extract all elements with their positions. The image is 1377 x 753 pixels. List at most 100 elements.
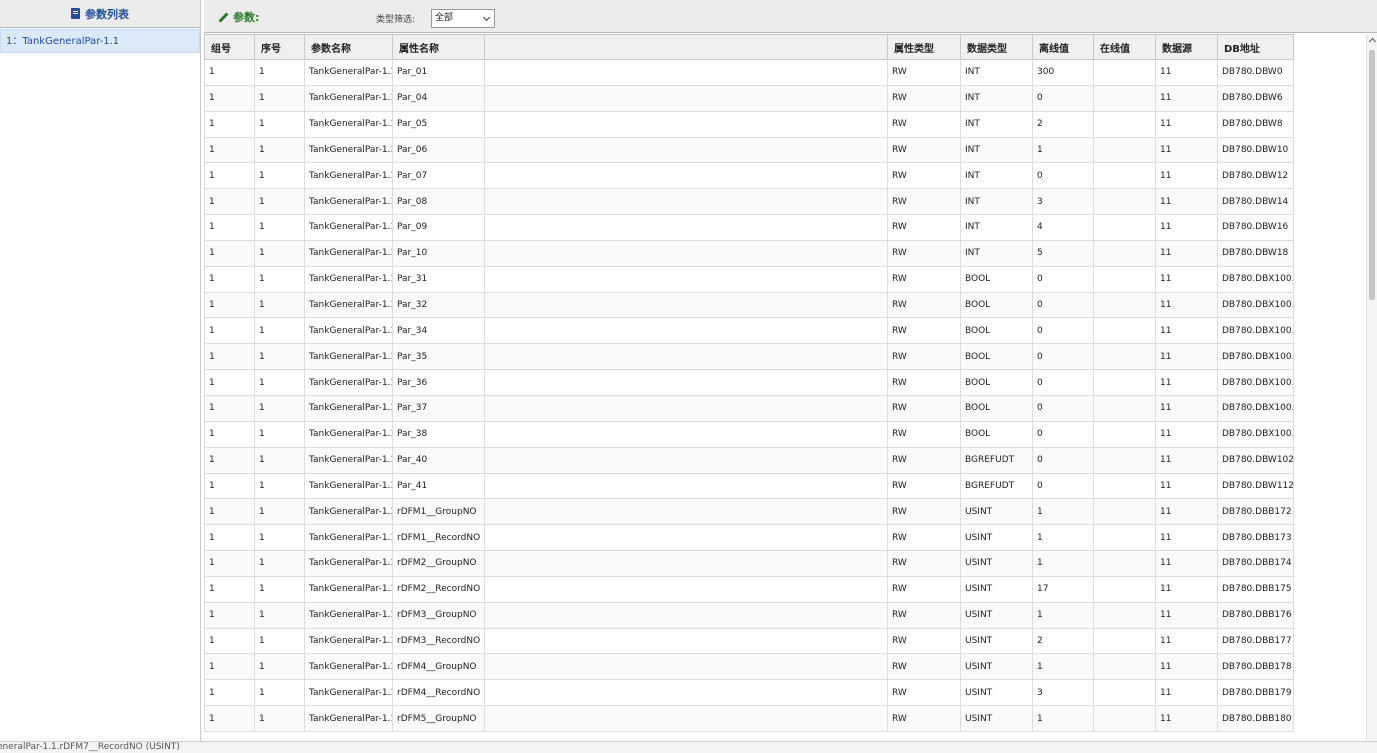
- table-cell[interactable]: TankGeneralPar-1.1: [304, 550, 393, 577]
- table-cell[interactable]: 1: [254, 420, 305, 448]
- table-cell[interactable]: 1: [204, 265, 255, 293]
- table-cell[interactable]: TankGeneralPar-1.1: [304, 136, 393, 164]
- table-cell[interactable]: BOOL: [960, 394, 1033, 422]
- table-cell[interactable]: [484, 446, 888, 474]
- table-cell[interactable]: 1: [254, 653, 305, 681]
- column-header[interactable]: 在线值: [1093, 34, 1156, 60]
- table-cell[interactable]: TankGeneralPar-1.1: [304, 524, 393, 552]
- table-cell[interactable]: Par_34: [392, 317, 485, 345]
- table-cell[interactable]: TankGeneralPar-1.1: [304, 291, 393, 319]
- table-cell[interactable]: USINT: [960, 550, 1033, 577]
- table-cell[interactable]: TankGeneralPar-1.1: [304, 110, 393, 138]
- table-cell[interactable]: TankGeneralPar-1.1: [304, 394, 393, 422]
- table-cell[interactable]: 0: [1032, 343, 1094, 371]
- table-cell[interactable]: [1093, 601, 1156, 629]
- table-cell[interactable]: [1093, 524, 1156, 552]
- table-cell[interactable]: 1: [204, 472, 255, 500]
- table-cell[interactable]: 1: [204, 239, 255, 267]
- column-header[interactable]: 离线值: [1032, 34, 1094, 60]
- table-cell[interactable]: USINT: [960, 575, 1033, 603]
- table-cell[interactable]: DB780.DBB176: [1217, 601, 1294, 629]
- table-cell[interactable]: 1: [204, 317, 255, 345]
- table-cell[interactable]: [1093, 472, 1156, 500]
- table-cell[interactable]: 1: [204, 59, 255, 86]
- table-cell[interactable]: 0: [1032, 369, 1094, 396]
- table-cell[interactable]: Par_38: [392, 420, 485, 448]
- table-cell[interactable]: [1093, 214, 1156, 241]
- table-cell[interactable]: USINT: [960, 601, 1033, 629]
- table-cell[interactable]: 2: [1032, 627, 1094, 655]
- table-cell[interactable]: DB780.DBB177: [1217, 627, 1294, 655]
- table-cell[interactable]: RW: [887, 369, 961, 396]
- table-row[interactable]: 1 1 TankGeneralPar-1.1 rDFM2__GroupNO RW USIN…: [204, 550, 1294, 577]
- table-cell[interactable]: TankGeneralPar-1.1: [304, 84, 393, 112]
- table-cell[interactable]: 1: [254, 524, 305, 552]
- table-cell[interactable]: RW: [887, 550, 961, 577]
- table-cell[interactable]: 1: [254, 265, 305, 293]
- table-cell[interactable]: 1: [254, 214, 305, 241]
- table-cell[interactable]: 1: [204, 369, 255, 396]
- table-cell[interactable]: [1093, 550, 1156, 577]
- table-cell[interactable]: BGREFUDT: [960, 446, 1033, 474]
- table-cell[interactable]: Par_05: [392, 110, 485, 138]
- table-cell[interactable]: 300: [1032, 59, 1094, 86]
- table-cell[interactable]: [1093, 136, 1156, 164]
- table-cell[interactable]: DB780.DBW102: [1217, 446, 1294, 474]
- table-row[interactable]: 1 1 TankGeneralPar-1.1 Par_35 RW BOOL 0 11 DB780…: [204, 343, 1294, 371]
- table-cell[interactable]: 1: [254, 575, 305, 603]
- table-cell[interactable]: Par_09: [392, 214, 485, 241]
- table-cell[interactable]: RW: [887, 420, 961, 448]
- table-cell[interactable]: 5: [1032, 239, 1094, 267]
- table-row[interactable]: 1 1 TankGeneralPar-1.1 Par_07 RW INT 0 11 DB780.…: [204, 162, 1294, 190]
- scrollbar-thumb[interactable]: [1369, 50, 1375, 300]
- table-cell[interactable]: INT: [960, 162, 1033, 190]
- table-cell[interactable]: 1: [1032, 550, 1094, 577]
- table-cell[interactable]: [484, 705, 888, 732]
- table-cell[interactable]: 11: [1155, 59, 1218, 86]
- table-cell[interactable]: [484, 188, 888, 216]
- table-cell[interactable]: rDFM3__GroupNO: [392, 601, 485, 629]
- table-cell[interactable]: 1: [254, 188, 305, 216]
- table-cell[interactable]: [484, 679, 888, 707]
- table-row[interactable]: 1 1 TankGeneralPar-1.1 rDFM4__GroupNO RW USIN…: [204, 653, 1294, 681]
- table-row[interactable]: 1 1 TankGeneralPar-1.1 Par_40 RW BGREFUDT 0 11 D…: [204, 446, 1294, 474]
- table-row[interactable]: 1 1 TankGeneralPar-1.1 rDFM4__RecordNO RW USI…: [204, 679, 1294, 707]
- table-cell[interactable]: Par_08: [392, 188, 485, 216]
- table-cell[interactable]: 11: [1155, 446, 1218, 474]
- column-header[interactable]: 序号: [254, 34, 305, 60]
- table-cell[interactable]: USINT: [960, 524, 1033, 552]
- table-cell[interactable]: 1: [254, 239, 305, 267]
- table-cell[interactable]: TankGeneralPar-1.1: [304, 420, 393, 448]
- table-cell[interactable]: 1: [204, 653, 255, 681]
- table-cell[interactable]: Par_35: [392, 343, 485, 371]
- table-row[interactable]: 1 1 TankGeneralPar-1.1 Par_32 RW BOOL 0 11 DB780…: [204, 291, 1294, 319]
- table-cell[interactable]: RW: [887, 705, 961, 732]
- table-cell[interactable]: 11: [1155, 524, 1218, 552]
- table-cell[interactable]: 1: [1032, 524, 1094, 552]
- table-cell[interactable]: rDFM3__RecordNO: [392, 627, 485, 655]
- table-cell[interactable]: 1: [254, 291, 305, 319]
- table-cell[interactable]: 2: [1032, 110, 1094, 138]
- table-cell[interactable]: [1093, 188, 1156, 216]
- table-cell[interactable]: RW: [887, 575, 961, 603]
- table-cell[interactable]: TankGeneralPar-1.1: [304, 601, 393, 629]
- table-cell[interactable]: [1093, 84, 1156, 112]
- table-cell[interactable]: 1: [1032, 498, 1094, 526]
- table-cell[interactable]: TankGeneralPar-1.1: [304, 188, 393, 216]
- table-cell[interactable]: rDFM5__GroupNO: [392, 705, 485, 732]
- table-cell[interactable]: TankGeneralPar-1.1: [304, 214, 393, 241]
- table-cell[interactable]: [1093, 420, 1156, 448]
- table-cell[interactable]: 11: [1155, 627, 1218, 655]
- table-cell[interactable]: DB780.DBB175: [1217, 575, 1294, 603]
- table-cell[interactable]: 0: [1032, 420, 1094, 448]
- table-row[interactable]: 1 1 TankGeneralPar-1.1 Par_34 RW BOOL 0 11 DB780…: [204, 317, 1294, 345]
- table-cell[interactable]: [1093, 394, 1156, 422]
- table-row[interactable]: 1 1 TankGeneralPar-1.1 rDFM3__GroupNO RW USIN…: [204, 601, 1294, 629]
- table-cell[interactable]: [484, 136, 888, 164]
- table-cell[interactable]: 1: [204, 420, 255, 448]
- table-cell[interactable]: TankGeneralPar-1.1: [304, 627, 393, 655]
- table-cell[interactable]: 11: [1155, 84, 1218, 112]
- table-cell[interactable]: RW: [887, 188, 961, 216]
- table-cell[interactable]: [1093, 110, 1156, 138]
- table-cell[interactable]: [1093, 343, 1156, 371]
